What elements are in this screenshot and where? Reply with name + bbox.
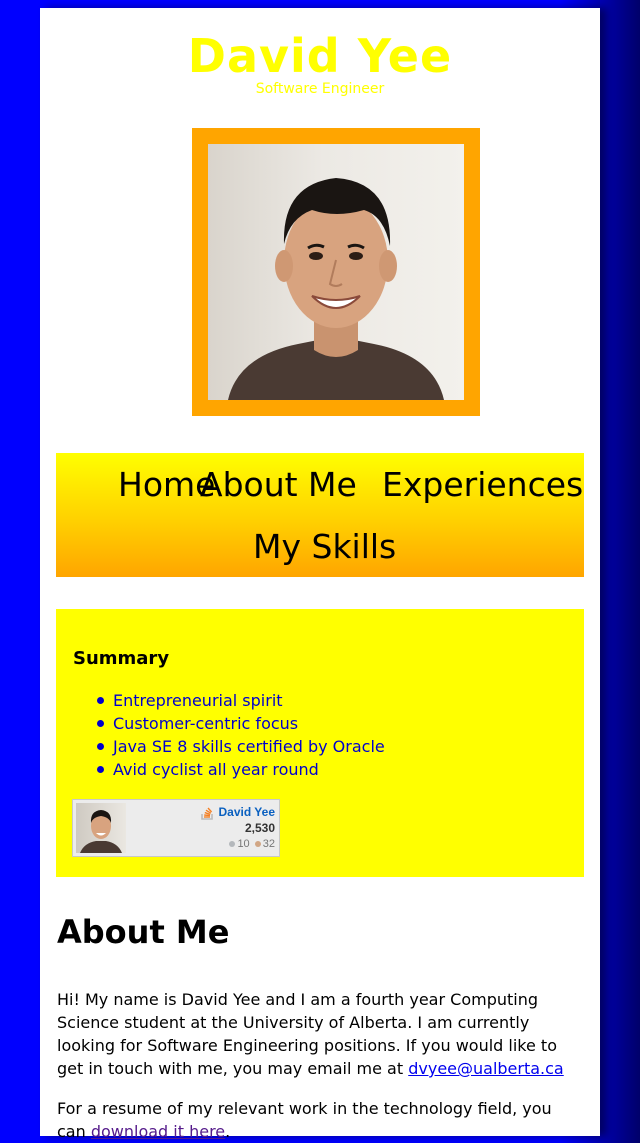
bronze-badge-icon	[254, 840, 261, 847]
flair-username: David Yee	[218, 805, 275, 819]
profile-photo-illustration	[228, 178, 444, 400]
stackoverflow-icon	[201, 807, 213, 820]
resume-download-link[interactable]: download it here	[91, 1122, 225, 1141]
list-item: Avid cyclist all year round	[56, 758, 385, 781]
list-item: Java SE 8 skills certified by Oracle	[56, 735, 385, 758]
about-paragraph-2-end: .	[225, 1122, 231, 1141]
profile-photo-frame	[192, 128, 480, 416]
about-paragraph-2: For a resume of my relevant work in the …	[57, 1097, 583, 1143]
flair-reputation: 2,530	[244, 821, 275, 835]
site-subtitle: Software Engineer	[255, 81, 385, 97]
flair-avatar	[76, 803, 126, 853]
summary-item-text: Customer-centric focus	[113, 714, 299, 733]
summary-heading: Summary	[73, 648, 170, 669]
list-item: Entrepreneurial spirit	[56, 689, 385, 712]
nav-my-skills-link[interactable]: My Skills	[253, 527, 396, 567]
site-title: David Yee	[187, 29, 453, 83]
main-nav: Home About Me Experiences My Skills	[56, 453, 584, 577]
summary-item-text: Java SE 8 skills certified by Oracle	[113, 737, 385, 756]
bullet-icon	[97, 720, 104, 727]
stackoverflow-flair[interactable]: David Yee 2,530 10 32	[72, 799, 280, 857]
summary-item-text: Avid cyclist all year round	[113, 760, 319, 779]
bullet-icon	[97, 743, 104, 750]
about-heading: About Me	[57, 913, 230, 951]
list-item: Customer-centric focus	[56, 712, 385, 735]
page-container: David Yee Software Engineer Home About M…	[40, 8, 600, 1141]
bullet-icon	[97, 766, 104, 773]
summary-list: Entrepreneurial spirit Customer-centric …	[56, 689, 385, 781]
profile-photo	[208, 144, 464, 400]
summary-box: Summary Entrepreneurial spirit Customer-…	[56, 609, 584, 877]
flair-avatar-illustration	[80, 810, 122, 853]
nav-experiences-link[interactable]: Experiences	[382, 465, 583, 505]
email-link[interactable]: dvyee@ualberta.ca	[408, 1059, 564, 1078]
summary-item-text: Entrepreneurial spirit	[113, 691, 283, 710]
about-paragraph-1: Hi! My name is David Yee and I am a four…	[57, 988, 583, 1080]
flair-badges: 10 32	[229, 838, 275, 850]
silver-badge-icon	[229, 840, 236, 847]
bullet-icon	[97, 697, 104, 704]
bronze-badge-count: 32	[262, 838, 275, 850]
nav-about-me-link[interactable]: About Me	[200, 465, 357, 505]
silver-badge-count: 10	[237, 838, 250, 850]
